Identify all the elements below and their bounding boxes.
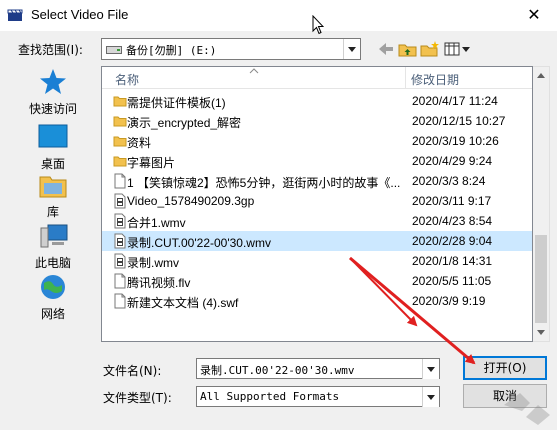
table-row[interactable]: 1 【笑镇惊魂2】恐怖5分钟，逛街两小时的故事《... 2020/3/3 8:24 [102,171,532,191]
file-name: 新建文本文档 (4).swf [127,296,239,310]
places-bar: 快速访问 桌面 库 此电脑 网络 [12,66,94,346]
table-row[interactable]: 演示_encrypted_解密 2020/12/15 10:27 [102,111,532,131]
back-icon[interactable] [375,40,397,58]
desktop-icon [38,124,68,148]
close-icon: ✕ [527,5,541,24]
place-label: 快速访问 [28,102,77,116]
place-label: 此电脑 [34,256,71,270]
document-icon [113,173,127,189]
watermark-logo [504,393,550,425]
table-row[interactable]: 资料 2020/3/19 10:26 [102,131,532,151]
place-this-pc[interactable]: 此电脑 [12,222,94,274]
file-date: 2020/3/11 9:17 [412,194,492,208]
network-icon [41,275,65,299]
file-date: 2020/4/23 8:54 [412,214,493,228]
video-file-icon [113,233,127,249]
document-icon [113,293,127,309]
library-icon [39,176,67,198]
filename-value: 录制.CUT.00'22-00'30.wmv [200,364,355,377]
file-date: 2020/3/3 8:24 [412,174,486,188]
table-row[interactable]: 录制.wmv 2020/1/8 14:31 [102,251,532,271]
place-desktop[interactable]: 桌面 [12,123,94,175]
folder-icon [113,133,127,149]
chevron-down-icon[interactable] [343,39,360,59]
open-button[interactable]: 打开(O) [463,356,547,380]
window-title: Select Video File [31,7,129,22]
column-header-date[interactable]: 修改日期 [411,71,459,88]
file-name: 需提供证件模板(1) [127,96,226,110]
scroll-down-icon[interactable] [533,324,549,341]
file-date: 2020/3/19 10:26 [412,134,499,148]
table-row[interactable]: 腾讯视频.flv 2020/5/5 11:05 [102,271,532,291]
folder-icon [113,153,127,169]
video-file-icon [113,193,127,209]
column-header-name[interactable]: 名称 [115,71,139,88]
column-divider[interactable] [405,67,406,89]
place-network[interactable]: 网络 [12,273,94,325]
mouse-cursor-icon [312,15,324,35]
file-name: 腾讯视频.flv [127,276,191,290]
file-date: 2020/1/8 14:31 [412,254,493,268]
lookin-label: 查找范围(I): [18,43,83,57]
star-icon [40,69,66,94]
file-date: 2020/4/17 11:24 [412,94,498,108]
video-file-icon [113,213,127,229]
computer-icon [40,224,68,248]
place-label: 网络 [40,307,65,321]
scroll-up-icon[interactable] [533,67,549,84]
document-icon [113,273,127,289]
list-header: 名称 修改日期 [102,67,532,89]
file-name: 录制.CUT.00'22-00'30.wmv [127,236,271,250]
table-row[interactable]: 字幕图片 2020/4/29 9:24 [102,151,532,171]
new-folder-icon[interactable] [419,40,441,58]
file-date: 2020/3/9 9:19 [412,294,486,308]
up-folder-icon[interactable] [397,40,419,58]
file-name: 字幕图片 [127,156,176,170]
drive-icon [106,46,122,54]
table-row[interactable]: 新建文本文档 (4).swf 2020/3/9 9:19 [102,291,532,311]
table-row[interactable]: 录制.CUT.00'22-00'30.wmv 2020/2/28 9:04 [102,231,532,251]
file-date: 2020/2/28 9:04 [412,234,493,248]
chevron-down-icon[interactable] [422,359,439,379]
vertical-scrollbar[interactable] [533,66,550,342]
filetype-dropdown[interactable]: All Supported Formats [196,386,440,407]
close-button[interactable]: ✕ [511,0,557,31]
view-menu-icon[interactable] [443,40,473,58]
folder-icon [113,113,127,129]
file-date: 2020/5/5 11:05 [412,274,492,288]
place-libraries[interactable]: 库 [12,171,94,223]
place-label: 库 [46,205,59,219]
video-file-icon [113,253,127,269]
scroll-thumb[interactable] [535,235,547,323]
filename-input[interactable]: 录制.CUT.00'22-00'30.wmv [196,358,440,379]
file-date: 2020/4/29 9:24 [412,154,493,168]
filename-label: 文件名(N): [103,364,162,378]
table-row[interactable]: 需提供证件模板(1) 2020/4/17 11:24 [102,91,532,111]
place-quick-access[interactable]: 快速访问 [12,68,94,120]
title-bar: Select Video File ✕ [0,0,557,31]
place-label: 桌面 [40,157,65,171]
lookin-value: 备份[勿删] (E:) [126,44,217,57]
table-row[interactable]: 合并1.wmv 2020/4/23 8:54 [102,211,532,231]
lookin-dropdown[interactable]: 备份[勿删] (E:) [101,38,361,60]
filetype-value: All Supported Formats [200,390,340,403]
file-name: 1 【笑镇惊魂2】恐怖5分钟，逛街两小时的故事《... [127,176,401,190]
chevron-down-icon[interactable] [422,387,439,407]
table-row[interactable]: Video_1578490209.3gp 2020/3/11 9:17 [102,191,532,211]
filetype-label: 文件类型(T): [103,391,172,405]
file-name: 资料 [127,136,152,150]
file-name: 合并1.wmv [127,216,186,230]
folder-icon [113,93,127,109]
file-date: 2020/12/15 10:27 [412,114,506,128]
file-list[interactable]: 名称 修改日期 需提供证件模板(1) 2020/4/17 11:24 演示_encr… [101,66,533,342]
file-name: 演示_encrypted_解密 [127,116,242,130]
file-name: 录制.wmv [127,256,179,270]
sort-chevron-icon [249,68,259,74]
video-app-icon [7,9,23,21]
file-name: Video_1578490209.3gp [127,194,255,208]
